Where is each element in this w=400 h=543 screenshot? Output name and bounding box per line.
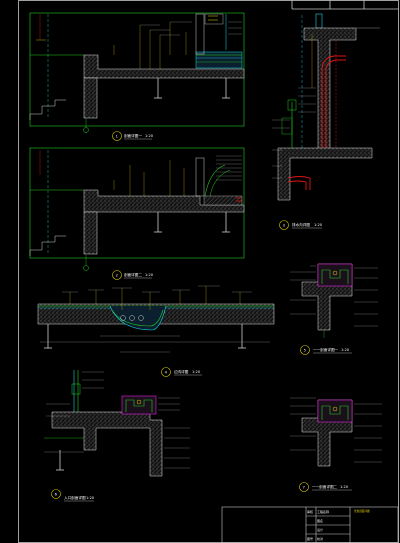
detail-4-title: 边沟详图 (174, 369, 189, 374)
detail-3-scale: 1:20 (314, 223, 323, 227)
detail-1-scale: 1:20 (145, 134, 154, 138)
detail-3-number: 3 (283, 223, 285, 227)
detail-5-scale: 1:20 (341, 348, 350, 352)
detail-4-number: 4 (165, 370, 168, 374)
detail-2-title: 剖面详图二 (124, 272, 142, 277)
title-block-row-1: 工程名称 (317, 509, 329, 514)
title-block: 工程名称 图名 设计 校对 审核 图号 景观剖面详图 (221, 506, 399, 543)
detail-3-section: 3 排水沟详图 1:20 (272, 13, 380, 230)
detail-6-number: 6 (55, 492, 58, 496)
detail-7-section: 7 一一剖面详图二 1:20 (290, 397, 382, 492)
title-block-row-3: 设计 (317, 527, 323, 532)
title-block-note: 景观剖面详图 (354, 509, 370, 513)
title-block-row-5: 审核 (307, 509, 313, 514)
detail-6-title: 入口剖面详图 (64, 495, 86, 500)
detail-5-number: 5 (304, 348, 306, 352)
detail-5-section: 5 一一剖面详图一 1:20 (290, 263, 378, 355)
detail-1-title: 剖面详图一 (124, 133, 142, 138)
drawing-sheet: 1 剖面详图一 1:20 2 剖面详图二 1:20 3 排水沟详图 1:20 4… (0, 0, 400, 543)
detail-2-section: 2 剖面详图二 1:20 (29, 147, 245, 280)
detail-6-section: 6 入口剖面详图 1:20 (44, 370, 190, 502)
detail-6-scale: 1:20 (86, 496, 95, 500)
detail-2-scale: 1:20 (145, 273, 154, 277)
title-block-row-4: 校对 (317, 536, 323, 541)
detail-7-scale: 1:20 (340, 485, 349, 489)
detail-2-number: 2 (116, 273, 118, 277)
detail-1-section: 1 剖面详图一 1:20 (29, 12, 245, 141)
detail-7-title: 一一剖面详图二 (312, 484, 338, 489)
title-block-row-6: 图号 (307, 536, 313, 541)
detail-3-title: 排水沟详图 (292, 222, 310, 227)
detail-1-number: 1 (116, 134, 118, 138)
cad-drawing: 1 剖面详图一 1:20 2 剖面详图二 1:20 3 排水沟详图 1:20 4… (18, 0, 399, 543)
detail-4-section: 4 边沟详图 1:20 (37, 285, 275, 377)
detail-4-scale: 1:20 (192, 370, 201, 374)
title-block-row-2: 图名 (317, 518, 323, 523)
detail-7-number: 7 (303, 485, 305, 489)
detail-5-title: 一一剖面详图一 (313, 347, 339, 352)
